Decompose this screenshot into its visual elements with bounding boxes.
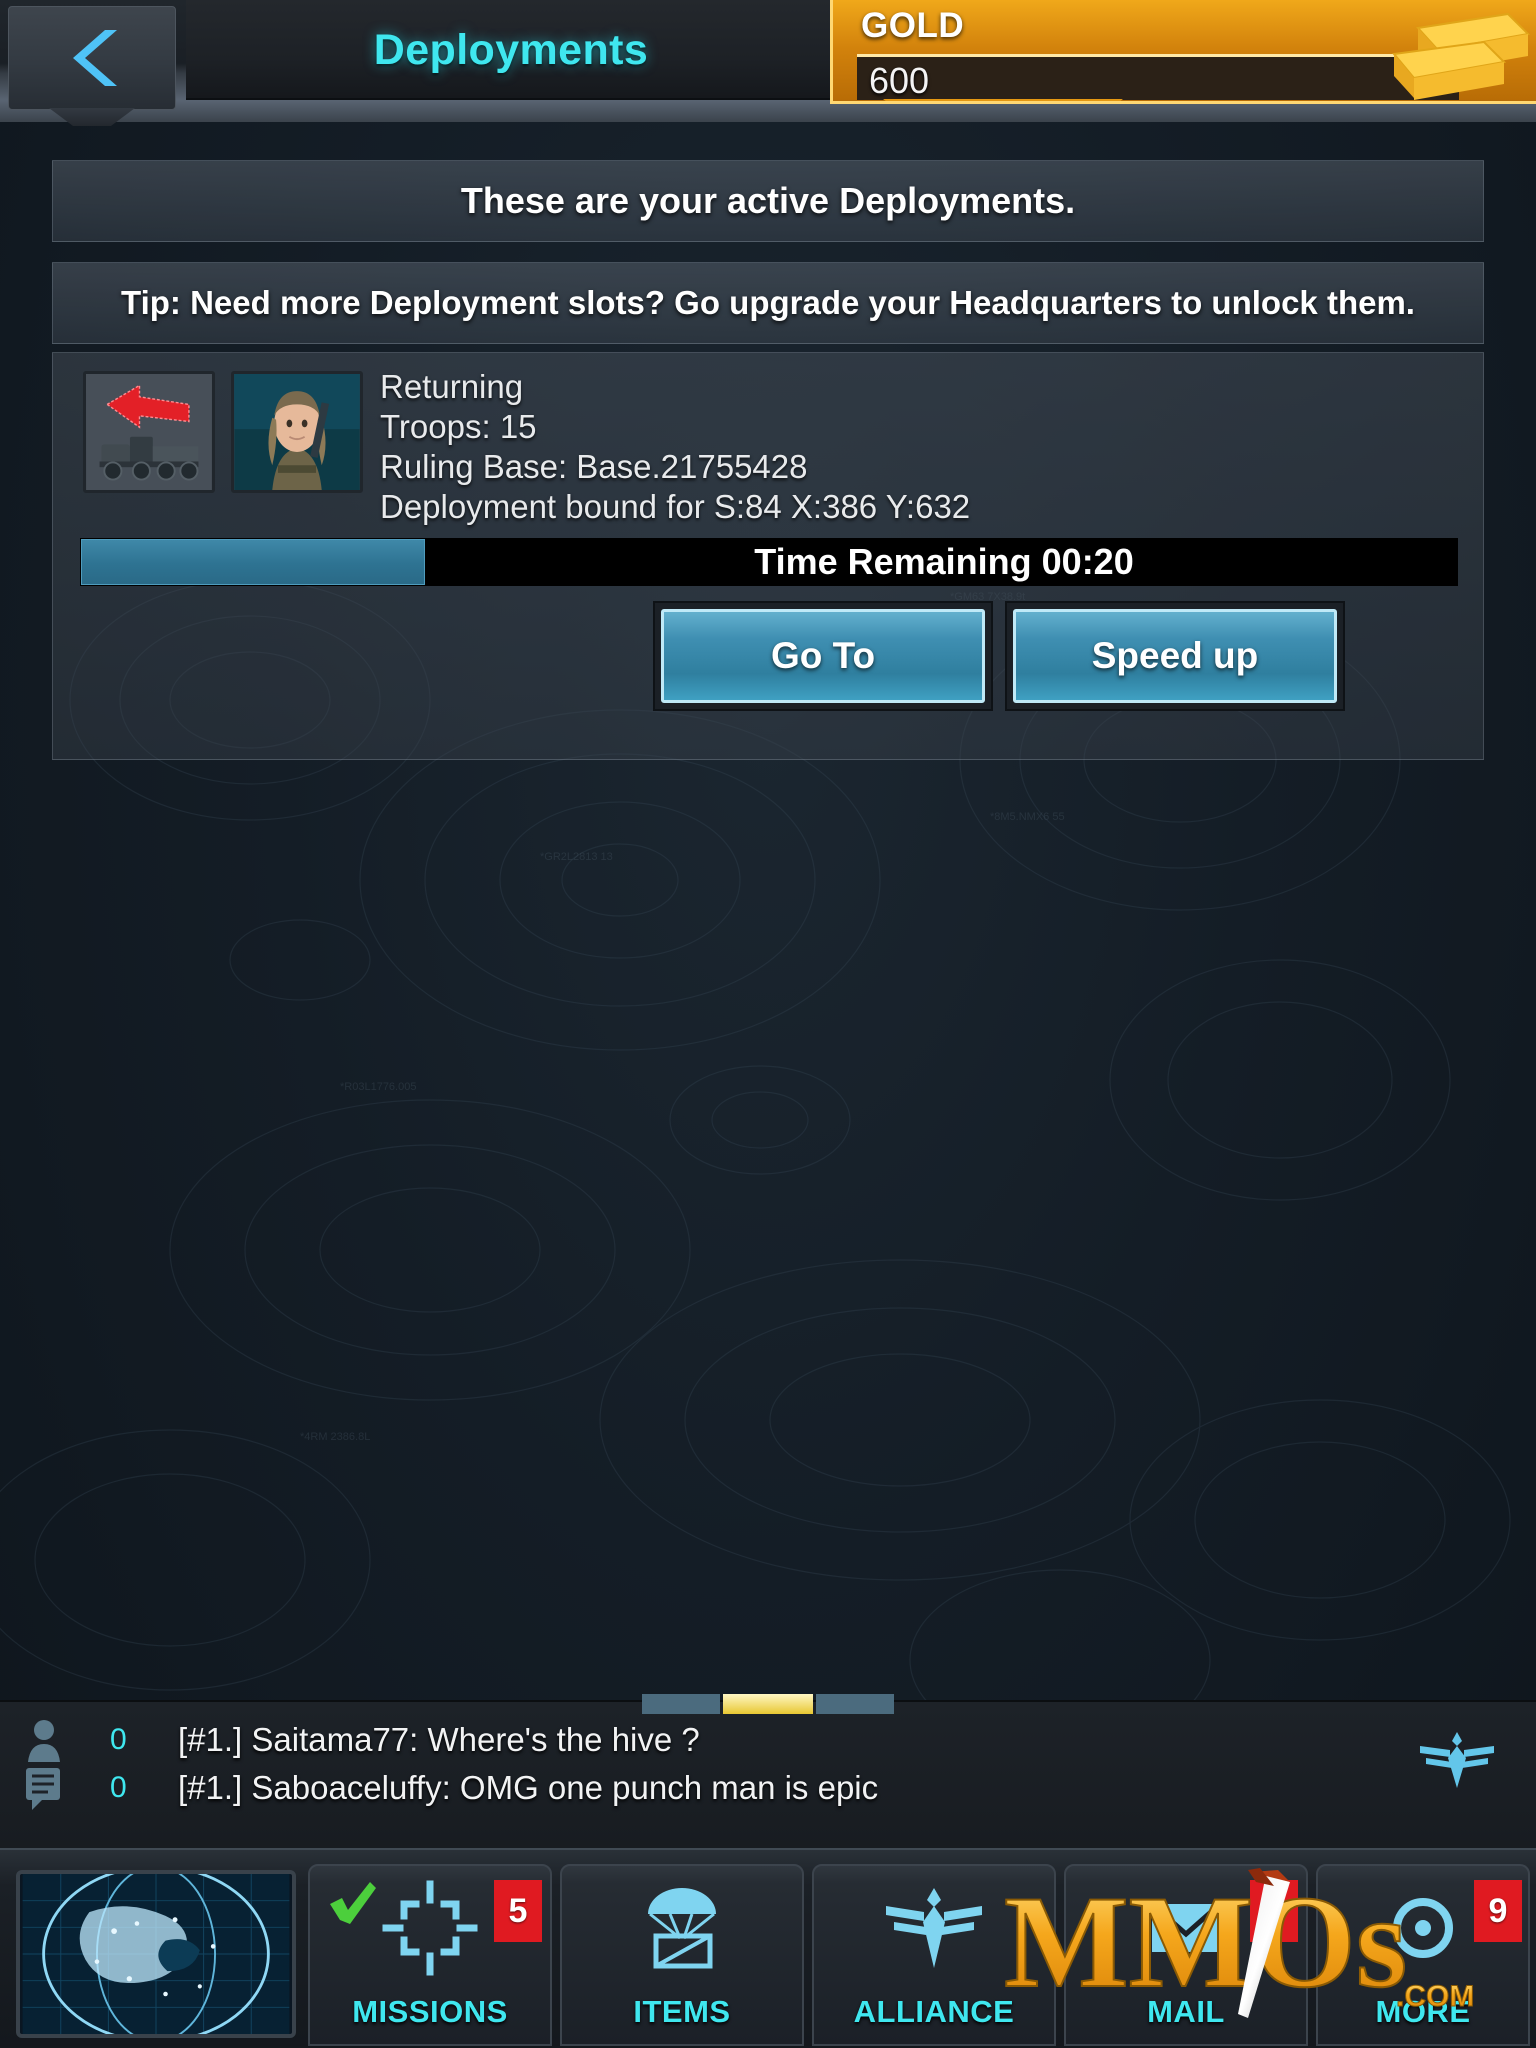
gold-value: 600	[869, 60, 930, 101]
go-to-button-label: Go To	[661, 609, 985, 703]
chat-page-dot[interactable]	[642, 1694, 721, 1714]
crosshair-icon	[382, 1880, 478, 1976]
top-bar: Deployments GOLD 600	[0, 0, 1536, 122]
deployment-actions: Go To Speed up	[53, 601, 1483, 721]
time-remaining-text: Time Remaining 00:20	[754, 541, 1134, 582]
chat-message: [#1.] Saboaceluffy: OMG one punch man is…	[178, 1769, 879, 1806]
alliance-glyph	[814, 1880, 1054, 1976]
chat-user-count: 0	[110, 1723, 127, 1756]
chat-counts: 0 0	[110, 1716, 127, 1812]
nav-item-more[interactable]: 9 MORE	[1316, 1864, 1530, 2046]
bottom-navigation: 5 MISSIONS ITEMS ALLIANCE 5 MAIL 9 MORE	[0, 1848, 1536, 2048]
deployment-status: Returning	[380, 368, 524, 405]
world-globe-icon	[22, 1874, 290, 2034]
deployment-progress-bar: Time Remaining 00:20	[80, 538, 1458, 586]
tip-banner: Tip: Need more Deployment slots? Go upgr…	[52, 262, 1484, 344]
person-icon	[28, 1720, 60, 1762]
envelope-icon	[1150, 1902, 1222, 1952]
gold-currency-chip[interactable]: GOLD 600	[830, 0, 1536, 104]
eagle-emblem-icon	[886, 1888, 982, 1968]
nav-item-missions[interactable]: 5 MISSIONS	[308, 1864, 552, 2046]
svg-text:*4RM 2386.8L: *4RM 2386.8L	[300, 1431, 370, 1443]
gold-label: GOLD	[861, 6, 965, 45]
officer-portrait-icon	[234, 374, 360, 490]
nav-label-items: ITEMS	[633, 1994, 731, 2029]
chat-page-indicator[interactable]	[642, 1694, 894, 1714]
nav-item-alliance[interactable]: ALLIANCE	[812, 1864, 1056, 2046]
chevron-left-icon	[73, 30, 117, 86]
parachute-crate-icon	[648, 1888, 716, 1969]
tip-text: Tip: Need more Deployment slots? Go upgr…	[121, 284, 1415, 321]
more-badge: 9	[1474, 1880, 1522, 1942]
active-deployments-banner: These are your active Deployments.	[52, 160, 1484, 242]
svg-text:*R03L1776.005: *R03L1776.005	[340, 1081, 416, 1093]
svg-text:*GR2L2813 13: *GR2L2813 13	[540, 851, 613, 863]
nav-item-items[interactable]: ITEMS	[560, 1864, 804, 2046]
more-gear-icon	[1393, 1898, 1453, 1958]
svg-text:*8M5.NMX6 55: *8M5.NMX6 55	[990, 811, 1065, 823]
mail-badge: 5	[1250, 1880, 1298, 1942]
chat-messages[interactable]: [#1.] Saitama77: Where's the hive ? [#1.…	[178, 1716, 878, 1812]
items-glyph	[562, 1880, 802, 1976]
chat-page-dot[interactable]	[815, 1694, 894, 1714]
page-title: Deployments	[373, 25, 649, 74]
back-button[interactable]	[8, 6, 176, 110]
speed-up-button-label: Speed up	[1013, 609, 1337, 703]
chat-page-dot-active[interactable]	[723, 1694, 813, 1714]
missions-badge: 5	[494, 1880, 542, 1942]
nav-label-mail: MAIL	[1147, 1994, 1225, 2029]
deployment-officer-thumbnail[interactable]	[231, 371, 363, 493]
chat-message-count: 0	[110, 1771, 127, 1804]
chat-message: [#1.] Saitama77: Where's the hive ?	[178, 1721, 700, 1758]
nav-label-alliance: ALLIANCE	[853, 1994, 1015, 2029]
deployment-troops: Troops: 15	[380, 408, 537, 445]
nav-label-more: MORE	[1375, 1994, 1471, 2029]
world-map-button[interactable]	[16, 1870, 296, 2038]
gold-bars-icon	[1392, 12, 1530, 100]
nav-label-missions: MISSIONS	[352, 1994, 508, 2029]
deployment-info: Returning Troops: 15 Ruling Base: Base.2…	[380, 367, 1380, 527]
deployment-destination: Deployment bound for S:84 X:386 Y:632	[380, 488, 971, 525]
troop-transport-truck-icon	[86, 374, 212, 490]
banner-text: These are your active Deployments.	[460, 180, 1076, 221]
chat-icon-column	[18, 1716, 74, 1812]
go-to-button[interactable]: Go To	[653, 601, 993, 711]
deployment-ruling-base: Ruling Base: Base.21755428	[380, 448, 808, 485]
chat-lines-icon	[26, 1768, 60, 1810]
gold-value-box: 600	[857, 54, 1459, 101]
deployment-unit-thumbnail[interactable]	[83, 371, 215, 493]
alliance-eagle-icon[interactable]	[1418, 1726, 1496, 1792]
game-screen: *GR2L2813 13 *GM63 7X38.9t *8M5.NMX6 55 …	[0, 0, 1536, 2048]
nav-item-mail[interactable]: 5 MAIL	[1064, 1864, 1308, 2046]
speed-up-button[interactable]: Speed up	[1005, 601, 1345, 711]
deployment-card[interactable]: Returning Troops: 15 Ruling Base: Base.2…	[52, 352, 1484, 760]
chat-panel[interactable]: 0 0 [#1.] Saitama77: Where's the hive ? …	[0, 1694, 1536, 1848]
